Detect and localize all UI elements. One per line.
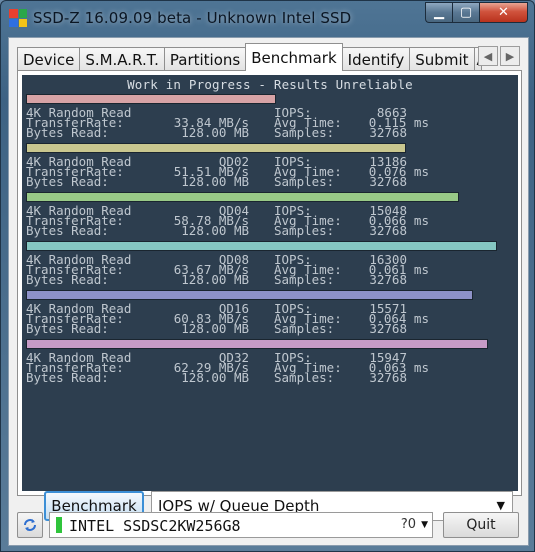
drive-status-indicator — [56, 517, 62, 533]
bytes-read-value: 128.00 MB — [181, 174, 249, 189]
minimize-button[interactable]: ▁ — [425, 2, 452, 23]
result-bar — [26, 94, 276, 104]
bytes-read-value: 128.00 MB — [181, 370, 249, 385]
maximize-button[interactable]: ▢ — [452, 2, 479, 23]
samples-value: 32768 — [369, 174, 407, 189]
caption-buttons: ▁ ▢ ✕ — [425, 2, 528, 24]
quit-button[interactable]: Quit — [443, 512, 519, 538]
result-bar — [26, 290, 473, 300]
app-icon — [9, 9, 27, 27]
close-button[interactable]: ✕ — [479, 2, 528, 23]
drive-select[interactable]: INTEL SSDSC2KW256G8 ?0 ▼ — [49, 512, 433, 538]
result-bar — [26, 192, 459, 202]
refresh-button[interactable] — [17, 512, 43, 538]
tab-scroll-buttons: ◀ ▶ — [478, 46, 520, 66]
tab-strip: Device S.M.A.R.T. Partitions Benchmark I… — [17, 43, 482, 71]
tab-device[interactable]: Device — [17, 47, 81, 71]
app-window: SSD-Z 16.09.09 beta - Unknown Intel SSD … — [0, 0, 535, 552]
tab-submit[interactable]: Submit — [409, 47, 475, 71]
samples-value: 32768 — [369, 223, 407, 238]
bytes-read-value: 128.00 MB — [181, 321, 249, 336]
result-bar — [26, 241, 497, 251]
chevron-down-icon: ▼ — [421, 520, 428, 530]
window-title: SSD-Z 16.09.09 beta - Unknown Intel SSD — [33, 9, 352, 27]
tab-partitions[interactable]: Partitions — [163, 47, 247, 71]
bytes-read-label: Bytes Read: — [26, 321, 109, 336]
tab-smart[interactable]: S.M.A.R.T. — [79, 47, 165, 71]
benchmark-panel: Work in Progress - Results Unreliable 4K… — [17, 70, 522, 521]
title-bar[interactable]: SSD-Z 16.09.09 beta - Unknown Intel SSD … — [1, 1, 534, 37]
tab-scroll-left-icon[interactable]: ◀ — [478, 46, 498, 66]
samples-value: 32768 — [369, 321, 407, 336]
tab-identify[interactable]: Identify — [341, 47, 411, 71]
bytes-read-label: Bytes Read: — [26, 125, 109, 140]
result-bar — [26, 339, 488, 349]
samples-value: 32768 — [369, 125, 407, 140]
bytes-read-value: 128.00 MB — [181, 272, 249, 287]
bytes-read-label: Bytes Read: — [26, 370, 109, 385]
bytes-read-label: Bytes Read: — [26, 174, 109, 189]
samples-value: 32768 — [369, 370, 407, 385]
result-bar — [26, 143, 406, 153]
benchmark-results-screen: Work in Progress - Results Unreliable 4K… — [22, 75, 518, 491]
drive-name: INTEL SSDSC2KW256G8 — [69, 517, 241, 535]
bytes-read-value: 128.00 MB — [181, 223, 249, 238]
refresh-arrows-icon — [24, 519, 36, 531]
bytes-read-label: Bytes Read: — [26, 223, 109, 238]
bytes-read-value: 128.00 MB — [181, 125, 249, 140]
client-area: Device S.M.A.R.T. Partitions Benchmark I… — [8, 37, 529, 546]
tab-scroll-right-icon[interactable]: ▶ — [500, 46, 520, 66]
samples-value: 32768 — [369, 272, 407, 287]
bytes-read-label: Bytes Read: — [26, 272, 109, 287]
footer-bar: INTEL SSDSC2KW256G8 ?0 ▼ Quit — [9, 504, 528, 544]
tab-benchmark[interactable]: Benchmark — [245, 43, 343, 71]
status-text: Work in Progress - Results Unreliable — [127, 77, 413, 92]
drive-extra-text: ?0 — [400, 517, 416, 532]
